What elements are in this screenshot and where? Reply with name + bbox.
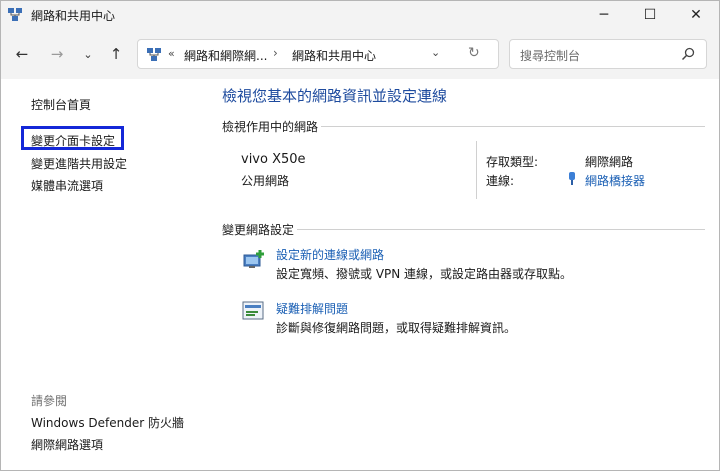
sidebar-control-panel-home[interactable]: 控制台首頁 <box>31 96 91 113</box>
breadcrumb-separator-icon[interactable]: › <box>273 46 278 60</box>
section-divider <box>297 229 705 230</box>
refresh-icon[interactable]: ↻ <box>468 45 480 61</box>
connections-label: 連線: <box>486 174 515 188</box>
breadcrumb-network-sharing-center[interactable]: 網路和共用中心 <box>292 47 376 64</box>
troubleshoot-icon <box>242 301 264 320</box>
active-networks-heading: 檢視作用中的網路 <box>222 120 319 134</box>
search-box[interactable]: 搜尋控制台 <box>509 39 707 69</box>
close-button[interactable]: ✕ <box>673 1 719 29</box>
troubleshoot-problems-link[interactable]: 疑難排解問題 <box>276 300 348 317</box>
sidebar-media-streaming-options[interactable]: 媒體串流選項 <box>31 177 103 194</box>
breadcrumb-network-internet[interactable]: 網路和網際網... <box>184 47 267 64</box>
maximize-button[interactable]: ☐ <box>627 1 673 29</box>
troubleshoot-problems-description: 診斷與修復網路問題，或取得疑難排解資訊。 <box>276 321 517 335</box>
up-button[interactable]: ↑ <box>105 43 127 65</box>
new-connection-icon <box>243 250 264 268</box>
sidebar-advanced-sharing-settings[interactable]: 變更進階共用設定 <box>31 155 127 172</box>
network-category: 公用網路 <box>241 174 290 188</box>
address-bar[interactable]: « 網路和網際網... › 網路和共用中心 ⌄ ↻ <box>137 39 499 69</box>
access-type-value: 網際網路 <box>585 155 634 169</box>
access-type-label: 存取類型: <box>486 155 539 169</box>
sidebar-change-adapter-settings[interactable]: 變更介面卡設定 <box>21 126 124 150</box>
minimize-button[interactable]: ─ <box>581 1 627 29</box>
network-bridge-icon <box>569 172 575 185</box>
address-dropdown-icon[interactable]: ⌄ <box>431 46 440 59</box>
control-panel-network-icon <box>147 48 161 61</box>
see-also-heading: 請參閱 <box>31 394 68 408</box>
section-divider <box>321 126 705 127</box>
search-input[interactable]: 搜尋控制台 <box>520 47 580 64</box>
search-icon[interactable] <box>680 46 696 62</box>
change-network-settings-heading: 變更網路設定 <box>222 223 295 237</box>
sidebar-internet-options[interactable]: 網際網路選項 <box>31 436 103 453</box>
forward-button[interactable]: → <box>46 43 68 65</box>
sidebar-windows-defender-firewall[interactable]: Windows Defender 防火牆 <box>31 414 184 431</box>
network-bridge-link[interactable]: 網路橋接器 <box>585 172 645 189</box>
page-title: 檢視您基本的網路資訊並設定連線 <box>222 87 448 105</box>
window-title: 網路和共用中心 <box>31 9 116 23</box>
network-sharing-center-window: 網路和共用中心 ─ ☐ ✕ ← → ⌄ ↑ « 網路和網際網... › 網路和共… <box>0 0 720 471</box>
breadcrumb-overflow-icon[interactable]: « <box>168 47 175 60</box>
vertical-divider <box>476 141 477 199</box>
back-button[interactable]: ← <box>11 43 33 65</box>
navigation-bar: ← → ⌄ ↑ « 網路和網際網... › 網路和共用中心 ⌄ ↻ 搜尋控制台 <box>1 29 719 79</box>
setup-new-connection-description: 設定寬頻、撥號或 VPN 連線，或設定路由器或存取點。 <box>276 267 573 281</box>
network-name: vivo X50e <box>241 152 306 167</box>
title-bar[interactable]: 網路和共用中心 ─ ☐ ✕ <box>1 1 719 29</box>
recent-locations-button[interactable]: ⌄ <box>77 43 99 65</box>
setup-new-connection-link[interactable]: 設定新的連線或網路 <box>276 246 384 263</box>
network-app-icon <box>8 8 22 21</box>
